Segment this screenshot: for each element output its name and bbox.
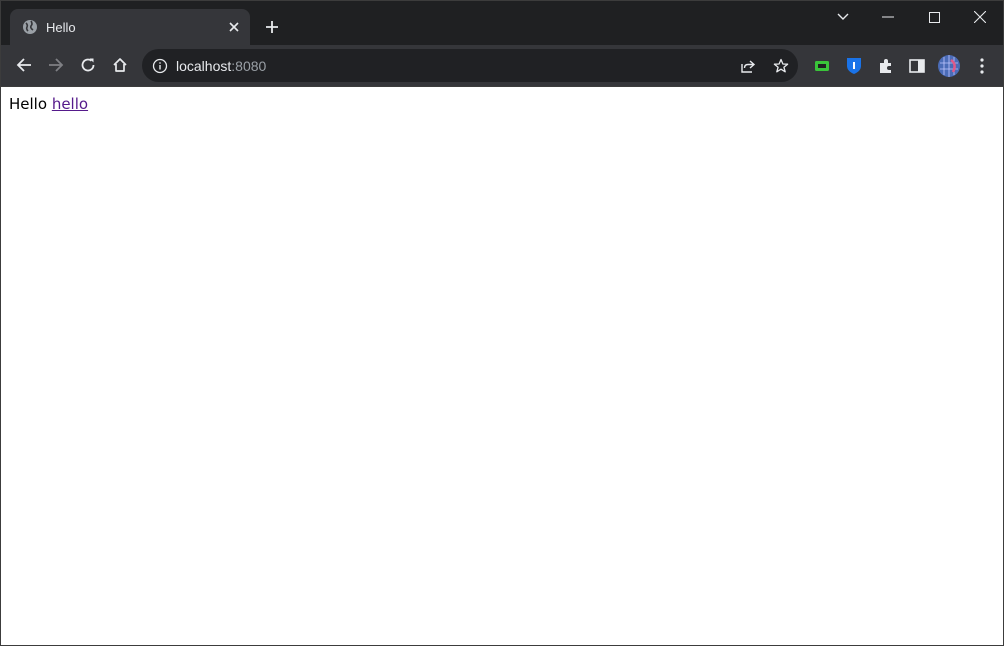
globe-icon bbox=[22, 19, 38, 35]
browser-window: Hello localhost:8080 Hello hello bbox=[0, 0, 1004, 646]
tab-title: Hello bbox=[46, 19, 76, 35]
tab-hello[interactable]: Hello bbox=[10, 9, 250, 45]
back-button[interactable] bbox=[10, 51, 38, 79]
info-icon[interactable] bbox=[152, 58, 168, 74]
close-window-button[interactable] bbox=[957, 1, 1003, 33]
page-text: Hello bbox=[9, 95, 48, 113]
url-text: localhost:8080 bbox=[176, 58, 266, 74]
profile-avatar[interactable] bbox=[936, 53, 962, 79]
url-host: localhost bbox=[176, 57, 232, 74]
tab-strip: Hello bbox=[1, 1, 1003, 45]
side-panel-icon[interactable] bbox=[904, 53, 930, 79]
menu-kebab-icon[interactable] bbox=[969, 53, 995, 79]
address-bar[interactable]: localhost:8080 bbox=[142, 49, 798, 82]
bookmark-star-icon[interactable] bbox=[767, 49, 795, 82]
minimize-button[interactable] bbox=[865, 1, 911, 33]
close-icon[interactable] bbox=[224, 17, 244, 37]
hello-link[interactable]: hello bbox=[52, 95, 88, 113]
toolbar: localhost:8080 bbox=[1, 45, 1003, 87]
page-content: Hello hello bbox=[1, 87, 1003, 645]
new-tab-button[interactable] bbox=[260, 15, 284, 39]
url-port: :8080 bbox=[231, 57, 267, 74]
maximize-button[interactable] bbox=[911, 1, 957, 33]
chevron-down-icon[interactable] bbox=[831, 5, 855, 29]
bitwarden-shield-icon[interactable] bbox=[841, 53, 867, 79]
share-icon[interactable] bbox=[734, 49, 762, 82]
window-controls bbox=[865, 1, 1003, 33]
extensions-puzzle-icon[interactable] bbox=[873, 53, 899, 79]
forward-button[interactable] bbox=[42, 51, 70, 79]
reload-button[interactable] bbox=[74, 51, 102, 79]
extension-green-icon[interactable] bbox=[809, 53, 835, 79]
home-button[interactable] bbox=[106, 51, 134, 79]
